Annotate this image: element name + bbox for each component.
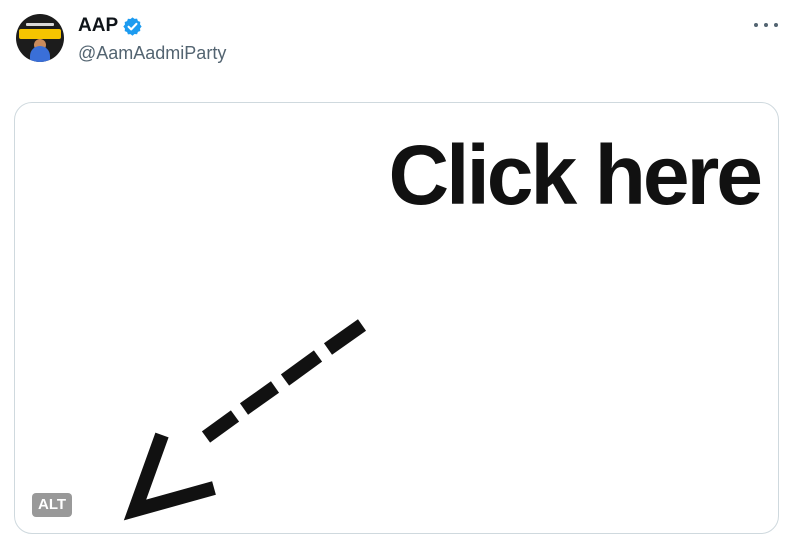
more-options-button[interactable] [754,16,778,34]
avatar-caption-line [26,23,54,26]
display-name[interactable]: AAP [78,14,118,38]
verified-badge-icon[interactable] [122,16,143,37]
arrow-icon [123,319,367,521]
more-options-icon [754,23,758,27]
tweet: AAP @AamAadmiParty Click here ALT [0,0,800,539]
alt-text-button[interactable]: ALT [32,493,73,517]
avatar-person [30,46,50,62]
avatar[interactable] [16,14,64,62]
avatar-banner [19,29,61,39]
more-options-icon-dot [774,23,778,27]
name-row: AAP [78,14,143,38]
media-image[interactable]: Click here ALT [14,102,779,534]
user-handle[interactable]: @AamAadmiParty [78,42,226,64]
more-options-icon-dot [764,23,768,27]
